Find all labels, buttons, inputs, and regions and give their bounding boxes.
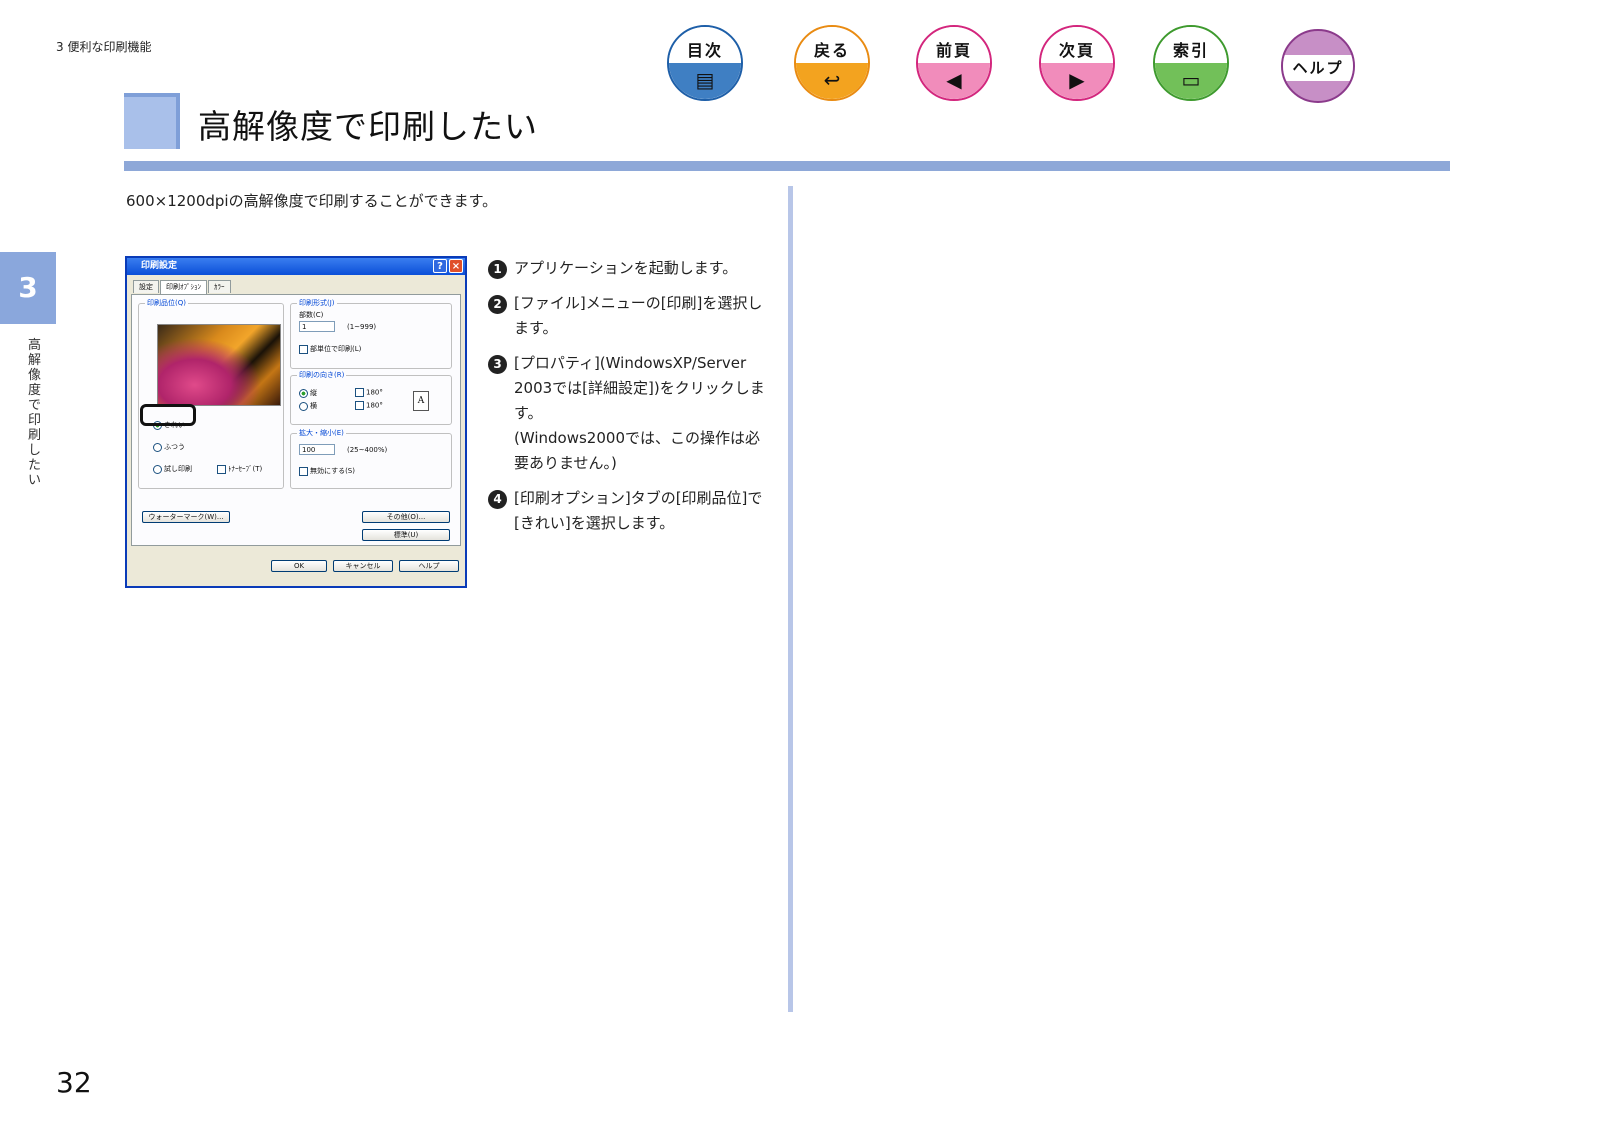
back-button[interactable]: 戻る ↩	[794, 25, 870, 101]
previous-page-label: 前頁	[918, 27, 990, 63]
tab-color[interactable]: ｶﾗｰ	[208, 280, 231, 293]
tab-settings[interactable]: 設定	[133, 280, 159, 293]
zoom-input[interactable]: 100	[299, 444, 335, 455]
toner-save-checkbox[interactable]: ﾄﾅｰｾｰﾌﾞ(T)	[217, 464, 262, 474]
step-text: [プロパティ](WindowsXP/Server 2003では[詳細設定])をク…	[514, 354, 765, 422]
index-button[interactable]: 索引 ▭	[1153, 25, 1229, 101]
tab-print-options[interactable]: 印刷ｵﾌﾟｼｮﾝ	[160, 280, 207, 295]
back-label: 戻る	[796, 27, 868, 63]
other-button[interactable]: その他(O)...	[362, 511, 450, 523]
print-format-group-label: 印刷形式(J)	[297, 298, 337, 308]
copies-range: (1~999)	[347, 323, 377, 331]
step-text: アプリケーションを起動します。	[514, 259, 738, 277]
step-number: 2	[488, 295, 507, 314]
step-text: [印刷オプション]タブの[印刷品位]で[きれい]を選択します。	[514, 489, 763, 532]
cancel-button[interactable]: キャンセル	[333, 560, 393, 572]
print-settings-dialog: 印刷設定 ? × 設定 印刷ｵﾌﾟｼｮﾝ ｶﾗｰ 印刷品位(Q) きれい ふつう 試…	[125, 256, 467, 588]
step-number: 3	[488, 355, 507, 374]
rotate-180-checkbox-2[interactable]: 180°	[355, 401, 383, 410]
dialog-tabs: 設定 印刷ｵﾌﾟｼｮﾝ ｶﾗｰ	[133, 280, 232, 295]
help-label: ヘルプ	[1283, 55, 1353, 81]
orientation-group-label: 印刷の向き(R)	[297, 370, 347, 380]
step-number: 1	[488, 260, 507, 279]
quality-group-label: 印刷品位(Q)	[145, 298, 188, 308]
dialog-panel: 印刷品位(Q) きれい ふつう 試し印刷 ﾄﾅｰｾｰﾌﾞ(T) 印刷形式(J) …	[131, 294, 461, 546]
previous-page-button[interactable]: 前頁 ◀	[916, 25, 992, 101]
dialog-help-button[interactable]: ヘルプ	[399, 560, 459, 572]
ok-button[interactable]: OK	[271, 560, 327, 572]
chapter-side-label: 高解像度で印刷したい	[28, 338, 42, 488]
title-underline	[124, 161, 1450, 171]
help-button[interactable]: ヘルプ	[1281, 29, 1355, 103]
copies-label: 部数(C)	[299, 311, 324, 319]
zoom-group: 拡大・縮小(E) 100 (25~400%) 無効にする(S)	[290, 428, 452, 489]
default-button[interactable]: 標準(U)	[362, 529, 450, 541]
index-label: 索引	[1155, 27, 1227, 63]
steps-list: 1 アプリケーションを起動します。 2 [ファイル]メニューの[印刷]を選択しま…	[488, 256, 768, 546]
open-book-icon: ▭	[1155, 63, 1227, 99]
contents-label: 目次	[669, 27, 741, 63]
return-arrow-icon: ↩	[796, 63, 868, 99]
copies-input[interactable]: 1	[299, 321, 335, 332]
step-1: 1 アプリケーションを起動します。	[488, 256, 768, 281]
dialog-help-icon[interactable]: ?	[433, 259, 447, 273]
step-note: (Windows2000では、この操作は必要ありません。)	[514, 429, 760, 472]
quality-group: 印刷品位(Q) きれい ふつう 試し印刷 ﾄﾅｰｾｰﾌﾞ(T)	[138, 298, 284, 489]
page-number: 32	[56, 1066, 92, 1099]
rotate-180-checkbox-1[interactable]: 180°	[355, 388, 383, 397]
step-4: 4 [印刷オプション]タブの[印刷品位]で[きれい]を選択します。	[488, 486, 768, 536]
intro-text: 600×1200dpiの高解像度で印刷することができます。	[126, 192, 498, 210]
chapter-tab[interactable]: 3	[0, 252, 56, 324]
disable-zoom-checkbox[interactable]: 無効にする(S)	[299, 466, 355, 476]
orientation-group: 印刷の向き(R) 縦 横 180° 180° A	[290, 370, 452, 425]
butterfly-preview-image	[157, 324, 281, 406]
next-page-button[interactable]: 次頁 ▶	[1039, 25, 1115, 101]
zoom-range: (25~400%)	[347, 446, 388, 454]
fine-highlight-frame	[140, 404, 196, 426]
triangle-right-icon: ▶	[1041, 63, 1113, 99]
print-format-group: 印刷形式(J) 部数(C) 1 (1~999) 部単位で印刷(L)	[290, 298, 452, 369]
page-title: 高解像度で印刷したい	[198, 107, 538, 146]
dialog-close-icon[interactable]: ×	[449, 259, 463, 273]
quality-draft-radio[interactable]: 試し印刷	[153, 464, 192, 474]
document-icon: ▤	[669, 63, 741, 99]
collate-checkbox[interactable]: 部単位で印刷(L)	[299, 344, 361, 354]
watermark-button[interactable]: ウォーターマーク(W)...	[142, 511, 230, 523]
dialog-titlebar: 印刷設定	[127, 258, 465, 275]
title-marker	[124, 93, 180, 149]
quality-normal-radio[interactable]: ふつう	[153, 442, 185, 452]
step-2: 2 [ファイル]メニューの[印刷]を選択します。	[488, 291, 768, 341]
landscape-radio[interactable]: 横	[299, 401, 317, 411]
next-page-label: 次頁	[1041, 27, 1113, 63]
breadcrumb: 3 便利な印刷機能	[56, 40, 152, 54]
triangle-left-icon: ◀	[918, 63, 990, 99]
page-orientation-icon: A	[413, 391, 429, 411]
step-3: 3 [プロパティ](WindowsXP/Server 2003では[詳細設定])…	[488, 351, 768, 476]
step-text: [ファイル]メニューの[印刷]を選択します。	[514, 294, 763, 337]
portrait-radio[interactable]: 縦	[299, 388, 317, 398]
column-divider	[788, 186, 793, 1012]
step-number: 4	[488, 490, 507, 509]
zoom-group-label: 拡大・縮小(E)	[297, 428, 346, 438]
contents-button[interactable]: 目次 ▤	[667, 25, 743, 101]
